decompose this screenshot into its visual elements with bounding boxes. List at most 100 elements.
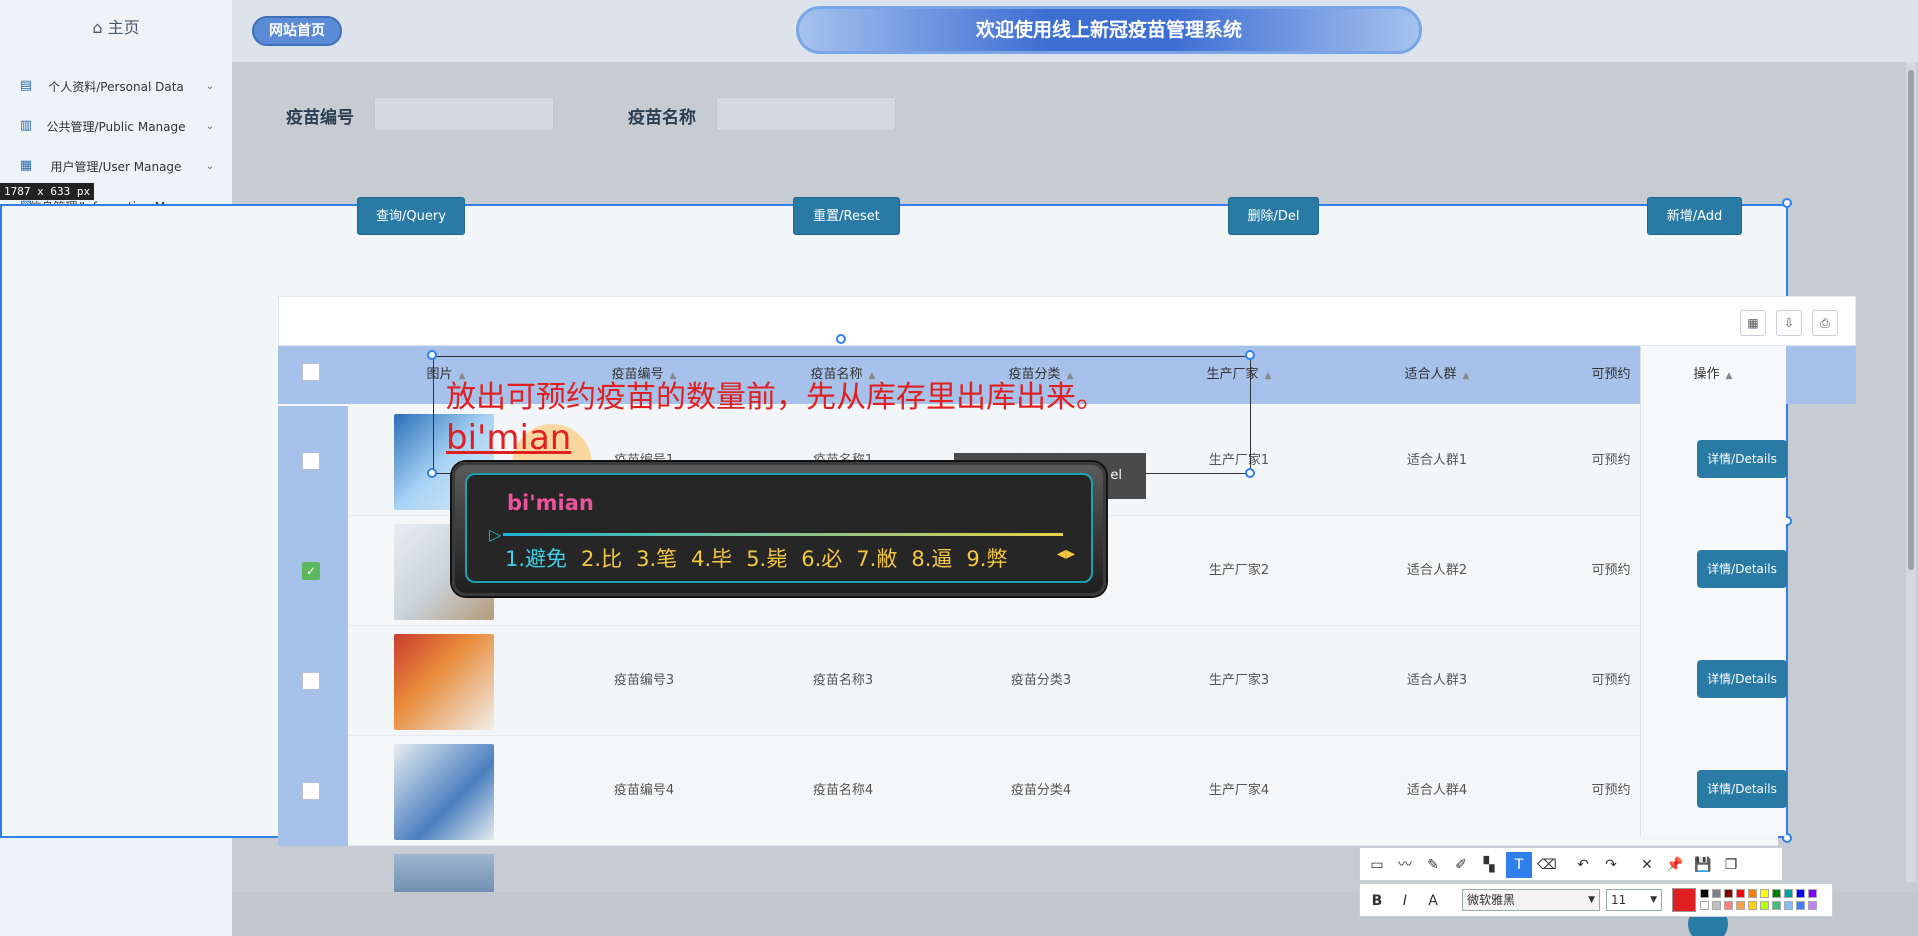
website-home-link[interactable]: 网站首页 — [252, 16, 342, 46]
text-box-handle[interactable] — [1245, 468, 1255, 478]
cell-category: 疫苗分类4 — [1010, 783, 1072, 798]
cell-maker: 生产厂家3 — [1208, 673, 1270, 688]
cell-name: 疫苗名称4 — [812, 783, 874, 798]
col-header-5[interactable]: 适合人群 ▲ — [1338, 346, 1536, 404]
color-swatch[interactable] — [1784, 901, 1793, 910]
color-swatch[interactable] — [1784, 889, 1793, 898]
vaccine-code-label: 疫苗编号 — [286, 108, 354, 128]
rectangle-icon[interactable]: ▭ — [1364, 852, 1390, 878]
color-swatch[interactable] — [1736, 889, 1745, 898]
columns-icon[interactable]: ▦ — [1740, 310, 1766, 336]
ime-inner-panel: bi'mian ▷ 1.避免 2.比 3.笔 4.毕 5.毙 6.必 7.敝 8.逼 9.弊 ◂… — [465, 473, 1093, 583]
row-checkbox[interactable] — [302, 672, 320, 690]
copy-icon[interactable]: ❐ — [1718, 852, 1744, 878]
row-checkbox[interactable] — [302, 782, 320, 800]
color-swatch[interactable] — [1796, 889, 1805, 898]
undo-icon[interactable]: ↶ — [1570, 852, 1596, 878]
color-swatch[interactable] — [1760, 889, 1769, 898]
page-title: 欢迎使用线上新冠疫苗管理系统 — [796, 6, 1422, 54]
font-select[interactable]: 微软雅黑 ▼ — [1462, 889, 1600, 911]
ime-candidate[interactable]: 2.比 — [581, 547, 622, 571]
rotate-handle[interactable] — [836, 334, 846, 344]
redo-icon[interactable]: ↷ — [1598, 852, 1624, 878]
cell-maker: 生产厂家2 — [1208, 563, 1270, 578]
text-box-handle[interactable] — [427, 468, 437, 478]
color-swatch[interactable] — [1736, 901, 1745, 910]
ime-candidates: 1.避免 2.比 3.笔 4.毕 5.毙 6.必 7.敝 8.逼 9.弊 — [505, 543, 1021, 573]
ime-candidate[interactable]: 3.笔 — [636, 547, 677, 571]
text-box-handle[interactable] — [427, 350, 437, 360]
ime-candidate[interactable]: 5.毙 — [746, 547, 787, 571]
pin-icon[interactable]: 📌 — [1662, 852, 1688, 878]
close-icon[interactable]: ✕ — [1634, 852, 1660, 878]
delete-button[interactable]: 删除/Del — [1228, 197, 1319, 235]
cell-crowd: 适合人群2 — [1406, 563, 1468, 578]
vaccine-name-input[interactable] — [716, 97, 896, 131]
marker-icon[interactable]: ✐ — [1448, 852, 1474, 878]
details-button[interactable]: 详情/Details — [1697, 440, 1787, 478]
mosaic-icon[interactable]: ▚ — [1476, 852, 1502, 878]
color-swatch[interactable] — [1712, 889, 1721, 898]
sidebar-item-label: 个人资料/Personal Data — [48, 79, 184, 94]
sidebar-item-2[interactable]: ▦ 用户管理/User Manage ⌄ — [0, 148, 232, 184]
row-checkbox[interactable]: ✓ — [302, 562, 320, 580]
ime-pinyin: bi'mian — [507, 491, 594, 515]
select-all-checkbox[interactable] — [302, 363, 320, 381]
chevron-down-icon: ⌄ — [205, 80, 214, 92]
ime-candidate[interactable]: 6.必 — [801, 547, 842, 571]
details-button[interactable]: 详情/Details — [1697, 660, 1787, 698]
color-swatch[interactable] — [1724, 889, 1733, 898]
color-swatch[interactable] — [1748, 889, 1757, 898]
font-size-select[interactable]: 11 ▼ — [1606, 889, 1662, 911]
color-swatch[interactable] — [1700, 889, 1709, 898]
vaccine-image — [394, 854, 494, 894]
ime-candidate[interactable]: 7.敝 — [856, 547, 897, 571]
text-box-close-handle[interactable] — [1245, 350, 1255, 360]
chevron-down-icon: ⌄ — [205, 120, 214, 132]
ime-candidate[interactable]: 4.毕 — [691, 547, 732, 571]
vaccine-code-input[interactable] — [374, 97, 554, 131]
text-tool-icon[interactable]: T — [1506, 852, 1532, 878]
outline-text-icon[interactable]: A — [1420, 888, 1446, 914]
reset-button[interactable]: 重置/Reset — [793, 197, 900, 235]
cell-category: 疫苗分类3 — [1010, 673, 1072, 688]
bold-button[interactable]: B — [1364, 888, 1390, 914]
ime-candidate[interactable]: 8.逼 — [911, 547, 952, 571]
color-swatch[interactable] — [1808, 889, 1817, 898]
details-button[interactable]: 详情/Details — [1697, 550, 1787, 588]
color-swatch[interactable] — [1724, 901, 1733, 910]
query-button[interactable]: 查询/Query — [357, 197, 465, 235]
current-color-swatch[interactable] — [1672, 888, 1696, 912]
sidebar-item-1[interactable]: ▥ 公共管理/Public Manage ⌄ — [0, 108, 232, 144]
col-header-actions: 操作 ▲ — [1693, 367, 1733, 382]
color-swatch[interactable] — [1772, 889, 1781, 898]
line-icon[interactable]: 〰 — [1392, 852, 1418, 878]
ime-candidate[interactable]: 9.弊 — [966, 547, 1007, 571]
chevron-down-icon: ⌄ — [205, 160, 214, 172]
color-swatch[interactable] — [1760, 901, 1769, 910]
page-arrows-icon[interactable]: ◂▸ — [1057, 543, 1075, 564]
sidebar-home[interactable]: ⌂ 主页 — [0, 14, 232, 38]
color-swatch[interactable] — [1796, 901, 1805, 910]
italic-button[interactable]: I — [1392, 888, 1418, 914]
annotation-typed-text[interactable]: bi'mian — [446, 418, 571, 458]
sidebar-item-0[interactable]: ▤ 个人资料/Personal Data ⌄ — [0, 68, 232, 104]
scrollbar-thumb[interactable] — [1908, 70, 1914, 570]
color-swatch[interactable] — [1700, 901, 1709, 910]
row-checkbox[interactable] — [302, 452, 320, 470]
export-icon[interactable]: ⇩ — [1776, 310, 1802, 336]
eraser-icon[interactable]: ⌫ — [1534, 852, 1560, 878]
resize-handle[interactable] — [1782, 198, 1792, 208]
color-swatch[interactable] — [1712, 901, 1721, 910]
print-icon[interactable]: ⎙ — [1812, 310, 1838, 336]
pen-icon[interactable]: ✎ — [1420, 852, 1446, 878]
color-swatch[interactable] — [1748, 901, 1757, 910]
table-row: 疫苗编号3 疫苗名称3 疫苗分类3 生产厂家3 适合人群3 可预约 — [348, 626, 1778, 736]
add-button[interactable]: 新增/Add — [1647, 197, 1742, 235]
ime-candidate[interactable]: 1.避免 — [505, 547, 567, 571]
save-icon[interactable]: 💾 — [1690, 852, 1716, 878]
color-swatch[interactable] — [1808, 901, 1817, 910]
details-button[interactable]: 详情/Details — [1697, 770, 1787, 808]
annotation-text[interactable]: 放出可预约疫苗的数量前，先从库存里出库出来。 — [446, 372, 1106, 416]
color-swatch[interactable] — [1772, 901, 1781, 910]
